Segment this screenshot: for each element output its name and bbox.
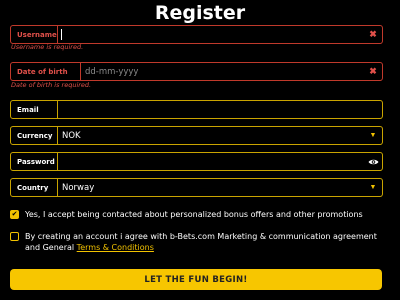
email-field[interactable]: Email <box>10 100 383 119</box>
promotions-consent-text: Yes, I accept being contacted about pers… <box>25 210 363 219</box>
email-input[interactable] <box>58 101 382 118</box>
page-title: Register <box>154 2 246 24</box>
email-label: Email <box>11 101 58 118</box>
username-error: Username is required. <box>11 43 84 51</box>
clear-icon[interactable]: ✖ <box>364 63 382 80</box>
password-label: Password <box>11 153 58 170</box>
password-field[interactable]: Password <box>10 152 383 171</box>
chevron-down-icon[interactable]: ▼ <box>364 179 382 196</box>
terms-checkbox[interactable] <box>10 232 19 241</box>
currency-label: Currency <box>11 127 58 144</box>
text-cursor <box>61 29 62 40</box>
password-input[interactable] <box>58 153 364 170</box>
clear-icon[interactable]: ✖ <box>364 26 382 43</box>
username-label: Username <box>11 26 58 43</box>
country-select[interactable]: Country Norway ▼ <box>10 178 383 197</box>
currency-value[interactable]: NOK <box>58 127 364 144</box>
dob-field[interactable]: Date of birth dd-mm-yyyy ✖ <box>10 62 383 81</box>
promotions-checkbox[interactable]: ✔ <box>10 210 19 219</box>
dob-input[interactable]: dd-mm-yyyy <box>81 63 364 80</box>
currency-select[interactable]: Currency NOK ▼ <box>10 126 383 145</box>
eye-icon[interactable] <box>364 153 382 170</box>
terms-link[interactable]: Terms & Conditions <box>77 243 154 252</box>
register-button[interactable]: LET THE FUN BEGIN! <box>10 269 382 290</box>
terms-consent-text: By creating an account i agree with b-Be… <box>25 231 390 253</box>
promotions-consent[interactable]: ✔ Yes, I accept being contacted about pe… <box>10 209 390 220</box>
terms-consent[interactable]: By creating an account i agree with b-Be… <box>10 231 390 253</box>
username-input[interactable] <box>58 26 364 43</box>
country-value[interactable]: Norway <box>58 179 364 196</box>
dob-label: Date of birth <box>11 63 81 80</box>
username-field[interactable]: Username ✖ <box>10 25 383 44</box>
dob-error: Date of birth is required. <box>11 81 92 89</box>
chevron-down-icon[interactable]: ▼ <box>364 127 382 144</box>
country-label: Country <box>11 179 58 196</box>
